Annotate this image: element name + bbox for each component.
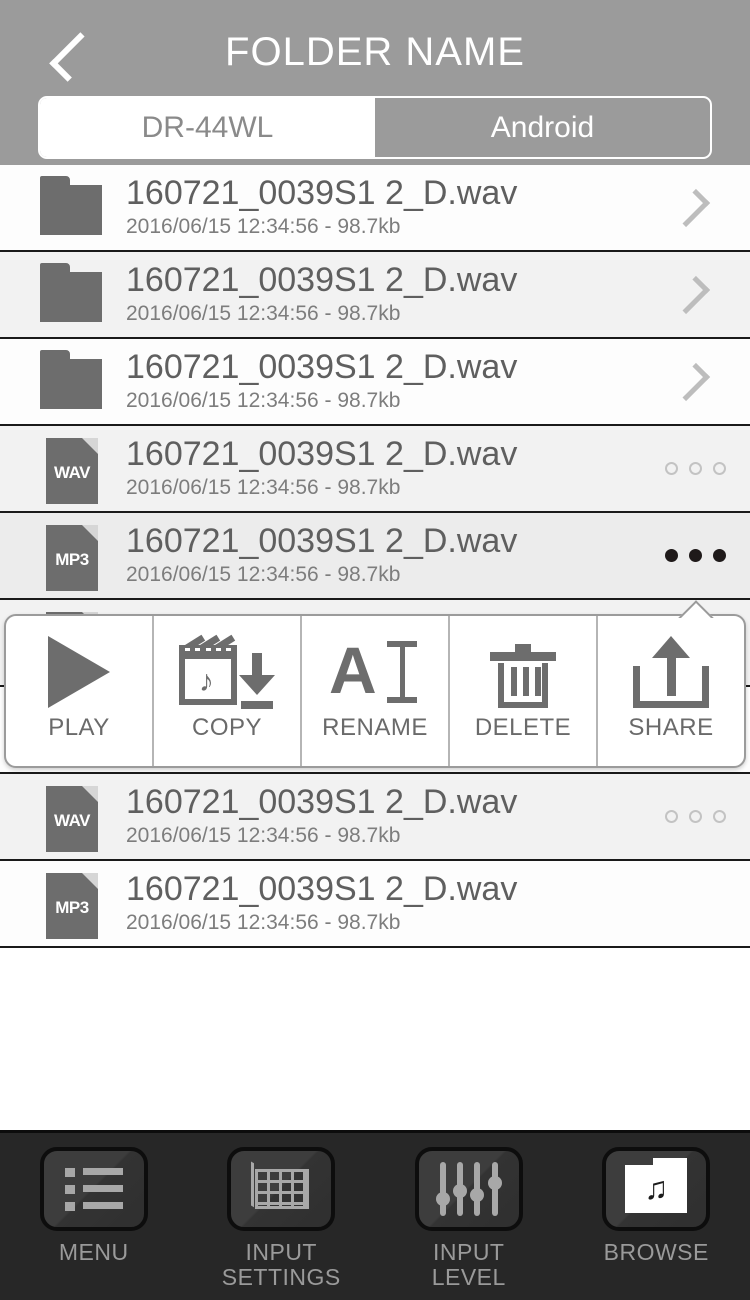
tab-menu-button[interactable] [40, 1147, 148, 1231]
action-delete[interactable]: DELETE [448, 616, 596, 766]
action-copy-label: COPY [192, 714, 262, 742]
list-item-meta: 2016/06/15 12:34:56 - 98.7kb [126, 389, 640, 413]
list-item-name: 160721_0039S1 2_D.wav [126, 437, 640, 473]
action-share[interactable]: SHARE [596, 616, 744, 766]
text-cursor-icon: A [302, 630, 448, 714]
faders-icon [438, 1162, 500, 1216]
list-item[interactable]: MP3 160721_0039S1 2_D.wav 2016/06/15 12:34… [0, 513, 750, 600]
list-item-text: 160721_0039S1 2_D.wav 2016/06/15 12:34:56… [126, 263, 640, 326]
trash-icon [450, 630, 596, 714]
grid-icon [251, 1165, 311, 1213]
list-item-name: 160721_0039S1 2_D.wav [126, 524, 640, 560]
list-item-meta: 2016/06/15 12:34:56 - 98.7kb [126, 476, 640, 500]
more-actions-button[interactable] [640, 810, 750, 823]
list-item-name: 160721_0039S1 2_D.wav [126, 785, 640, 821]
chevron-right-icon[interactable] [640, 365, 750, 399]
action-rename[interactable]: A RENAME [300, 616, 448, 766]
action-rename-label: RENAME [322, 714, 428, 742]
list-item-name: 160721_0039S1 2_D.wav [126, 176, 640, 212]
segment-dr44wl[interactable]: DR-44WL [40, 98, 375, 157]
more-actions-button[interactable] [640, 462, 750, 475]
folder-music-icon: ♫ [625, 1165, 687, 1213]
file-wav-icon: WAV [40, 786, 104, 848]
list-item[interactable]: 160721_0039S1 2_D.wav 2016/06/15 12:34:56… [0, 165, 750, 252]
tab-input-level-label: INPUTLEVEL [432, 1240, 506, 1290]
more-actions-button[interactable] [640, 549, 750, 562]
tab-browse-button[interactable]: ♫ [602, 1147, 710, 1231]
list-item-meta: 2016/06/15 12:34:56 - 98.7kb [126, 563, 640, 587]
list-icon [65, 1168, 123, 1210]
header-bar: FOLDER NAME DR-44WL Android [0, 0, 750, 165]
folder-icon [40, 177, 104, 239]
copy-music-download-icon: ♪ [154, 630, 300, 714]
tab-menu-label: MENU [59, 1240, 129, 1265]
action-popup-pointer [676, 600, 714, 618]
tab-input-level[interactable]: INPUTLEVEL [375, 1133, 563, 1300]
file-mp3-icon: MP3 [40, 873, 104, 935]
file-list: 160721_0039S1 2_D.wav 2016/06/15 12:34:56… [0, 165, 750, 948]
action-share-label: SHARE [628, 714, 713, 742]
file-browser-screen: FOLDER NAME DR-44WL Android 160721_0039S… [0, 0, 750, 1300]
bottom-tab-bar: MENU INPUTSETTINGS INPUTLEVEL [0, 1130, 750, 1300]
tab-input-settings-button[interactable] [227, 1147, 335, 1231]
file-mp3-icon: MP3 [40, 525, 104, 587]
tab-browse[interactable]: ♫ BROWSE [563, 1133, 750, 1300]
action-play-label: PLAY [48, 714, 110, 742]
list-item-text: 160721_0039S1 2_D.wav 2016/06/15 12:34:56… [126, 872, 640, 935]
source-segmented-control[interactable]: DR-44WL Android [38, 96, 712, 159]
list-item-meta: 2016/06/15 12:34:56 - 98.7kb [126, 911, 640, 935]
list-item-meta: 2016/06/15 12:34:56 - 98.7kb [126, 215, 640, 239]
list-item-name: 160721_0039S1 2_D.wav [126, 263, 640, 299]
segment-android[interactable]: Android [375, 98, 710, 157]
tab-input-settings[interactable]: INPUTSETTINGS [188, 1133, 376, 1300]
share-upload-icon [598, 630, 744, 714]
play-triangle-icon [6, 630, 152, 714]
action-popup: PLAY ♪ COPY A RE [4, 614, 746, 768]
action-play[interactable]: PLAY [6, 616, 152, 766]
list-item[interactable]: 160721_0039S1 2_D.wav 2016/06/15 12:34:56… [0, 252, 750, 339]
chevron-right-icon[interactable] [640, 191, 750, 225]
list-item-text: 160721_0039S1 2_D.wav 2016/06/15 12:34:56… [126, 176, 640, 239]
page-title: FOLDER NAME [0, 30, 750, 75]
list-item[interactable]: 160721_0039S1 2_D.wav 2016/06/15 12:34:56… [0, 339, 750, 426]
list-item[interactable]: MP3 160721_0039S1 2_D.wav 2016/06/15 12:34… [0, 861, 750, 948]
tab-browse-label: BROWSE [604, 1240, 709, 1265]
list-item-meta: 2016/06/15 12:34:56 - 98.7kb [126, 302, 640, 326]
file-wav-icon: WAV [40, 438, 104, 500]
chevron-right-icon[interactable] [640, 278, 750, 312]
tab-input-settings-label: INPUTSETTINGS [222, 1240, 341, 1290]
list-item-name: 160721_0039S1 2_D.wav [126, 872, 640, 908]
folder-icon [40, 351, 104, 413]
folder-icon [40, 264, 104, 326]
tab-input-level-button[interactable] [415, 1147, 523, 1231]
list-item-name: 160721_0039S1 2_D.wav [126, 350, 640, 386]
action-copy[interactable]: ♪ COPY [152, 616, 300, 766]
list-item-text: 160721_0039S1 2_D.wav 2016/06/15 12:34:56… [126, 524, 640, 587]
action-delete-label: DELETE [475, 714, 571, 742]
tab-menu[interactable]: MENU [0, 1133, 188, 1300]
list-item-text: 160721_0039S1 2_D.wav 2016/06/15 12:34:56… [126, 350, 640, 413]
list-item-meta: 2016/06/15 12:34:56 - 98.7kb [126, 824, 640, 848]
list-item[interactable]: WAV 160721_0039S1 2_D.wav 2016/06/15 12:34… [0, 426, 750, 513]
list-item[interactable]: WAV 160721_0039S1 2_D.wav 2016/06/15 12:34… [0, 774, 750, 861]
list-item-text: 160721_0039S1 2_D.wav 2016/06/15 12:34:56… [126, 437, 640, 500]
list-item-text: 160721_0039S1 2_D.wav 2016/06/15 12:34:56… [126, 785, 640, 848]
